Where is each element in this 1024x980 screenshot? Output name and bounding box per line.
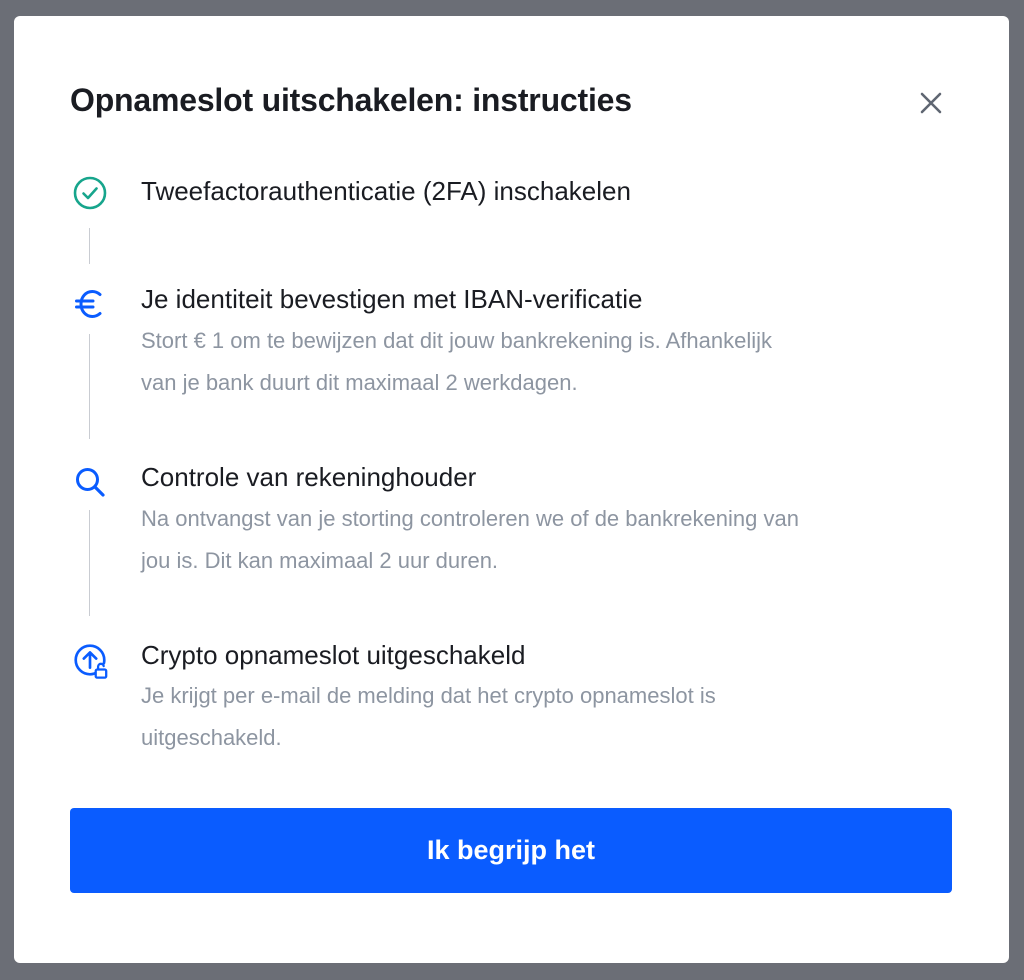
step-title-iban: Je identiteit bevestigen met IBAN-verifi… (141, 284, 643, 314)
step-description-line: Stort € 1 om te bewijzen dat dit jouw ba… (141, 328, 773, 353)
step-connector (89, 334, 90, 439)
step-description-line: uitgeschakeld. (141, 725, 282, 750)
step-description-line: van je bank duurt dit maximaal 2 werkdag… (141, 370, 578, 395)
step-description-lock-disabled: Je krijgt per e-mail de melding dat het … (141, 675, 941, 759)
close-button[interactable] (916, 88, 946, 118)
close-icon (920, 92, 942, 114)
step-connector (89, 228, 90, 264)
step-description-iban: Stort € 1 om te bewijzen dat dit jouw ba… (141, 320, 941, 404)
step-description-line: Na ontvangst van je storting controleren… (141, 506, 799, 531)
instructions-modal: Opnameslot uitschakelen: instructies Twe… (14, 16, 1009, 963)
step-title-lock-disabled: Crypto opnameslot uitgeschakeld (141, 640, 526, 670)
search-icon (70, 462, 110, 502)
step-title-2fa: Tweefactorauthenticatie (2FA) inschakele… (141, 176, 631, 206)
check-circle-icon (70, 173, 110, 213)
step-description-line: jou is. Dit kan maximaal 2 uur duren. (141, 548, 499, 573)
confirm-button[interactable]: Ik begrijp het (70, 808, 952, 893)
step-title-account-holder: Controle van rekeninghouder (141, 462, 477, 492)
modal-title: Opnameslot uitschakelen: instructies (70, 82, 632, 118)
euro-icon (70, 284, 110, 324)
step-connector (89, 510, 90, 616)
upload-unlock-icon (70, 640, 110, 680)
step-description-line: Je krijgt per e-mail de melding dat het … (141, 683, 716, 708)
step-description-account-holder: Na ontvangst van je storting controleren… (141, 498, 941, 582)
